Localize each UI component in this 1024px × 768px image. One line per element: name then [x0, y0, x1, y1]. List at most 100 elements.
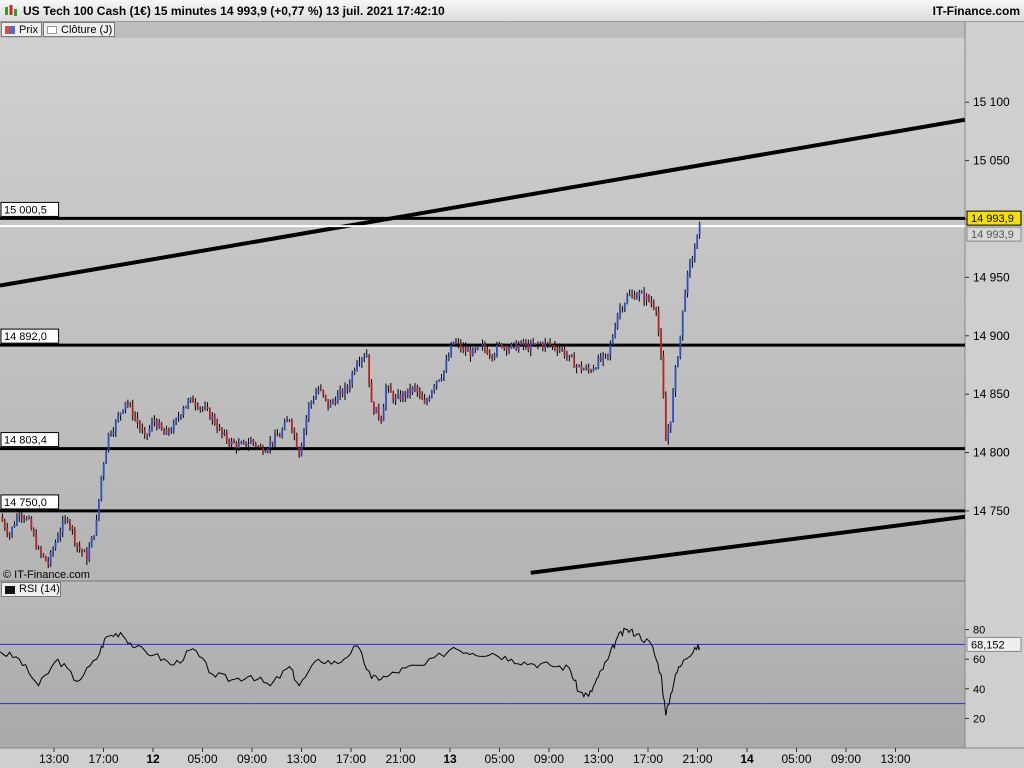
- candle-body: [411, 387, 414, 393]
- candle-body: [377, 407, 380, 418]
- rsi-tick-label: 40: [973, 684, 985, 696]
- candle-body: [684, 293, 687, 311]
- legend-rsi-toggle[interactable]: RSI (14): [1, 582, 61, 597]
- candle-body: [631, 294, 633, 296]
- candle-body: [418, 392, 421, 395]
- candle-body: [551, 345, 554, 347]
- candle-body: [590, 370, 592, 372]
- x-tick-label: 13:00: [286, 752, 316, 766]
- candle-body: [131, 404, 134, 417]
- candle-body: [537, 343, 539, 345]
- candle-body: [344, 386, 346, 395]
- candle-body: [389, 387, 392, 393]
- candle-body: [165, 428, 168, 435]
- candle-body: [599, 357, 602, 361]
- candle-body: [64, 518, 67, 522]
- candle-body: [553, 345, 556, 349]
- close-price-label: 14 993,9: [971, 229, 1014, 241]
- candle-body: [474, 348, 477, 350]
- candle-body: [329, 401, 332, 408]
- candle-body: [216, 423, 219, 430]
- candle-body: [237, 443, 240, 449]
- candle-body: [47, 561, 50, 565]
- candle-body: [686, 272, 689, 294]
- candle-body: [136, 417, 139, 424]
- candle-body: [594, 368, 597, 370]
- candle-body: [563, 349, 566, 357]
- candle-body: [387, 387, 390, 389]
- candle-body: [276, 434, 279, 437]
- candle-body: [541, 343, 544, 348]
- candle-body: [151, 422, 153, 429]
- candle-body: [445, 360, 448, 371]
- candle-body: [609, 344, 612, 356]
- chart-window: US Tech 100 Cash (1€) 15 minutes 14 993,…: [0, 0, 1024, 768]
- candle-body: [42, 553, 45, 557]
- candle-body: [225, 432, 228, 441]
- price-chart[interactable]: 14 75014 80014 85014 90014 95015 00015 0…: [0, 0, 1024, 768]
- candle-body: [163, 429, 165, 435]
- candle-body: [175, 418, 178, 424]
- candle-body: [228, 440, 231, 445]
- candle-body: [693, 248, 696, 260]
- candle-body: [414, 386, 416, 388]
- candle-body: [508, 347, 510, 351]
- candle-body: [512, 342, 515, 344]
- candle-body: [573, 356, 576, 368]
- candle-body: [462, 347, 465, 350]
- x-tick-label: 09:00: [831, 752, 861, 766]
- candle-body: [375, 407, 378, 414]
- candle-body: [561, 348, 564, 350]
- candle-body: [655, 308, 658, 312]
- y-tick-label: 14 800: [973, 446, 1010, 460]
- x-tick-label: 13: [443, 752, 457, 766]
- candle-body: [515, 342, 518, 351]
- candle-body: [582, 369, 585, 371]
- candle-body: [44, 556, 47, 562]
- candle-body: [283, 422, 286, 430]
- candle-body: [532, 343, 535, 345]
- candle-body: [327, 399, 329, 408]
- current-price-label: 14 993,9: [971, 213, 1014, 225]
- candle-body: [611, 337, 614, 345]
- candle-body: [628, 295, 631, 297]
- candle-body: [534, 343, 537, 345]
- candle-body: [291, 419, 293, 431]
- x-tick-label: 05:00: [484, 752, 514, 766]
- candle-body: [698, 223, 701, 235]
- x-tick-label: 17:00: [633, 752, 663, 766]
- candle-body: [556, 348, 559, 351]
- candle-body: [491, 355, 494, 358]
- candle-body: [20, 515, 23, 518]
- x-tick-label: 14: [740, 752, 754, 766]
- x-tick-label: 13:00: [583, 752, 613, 766]
- candle-body: [488, 354, 491, 356]
- candle-body: [421, 394, 424, 400]
- x-tick-label: 09:00: [237, 752, 267, 766]
- candle-body: [549, 343, 551, 346]
- candle-body: [247, 443, 250, 447]
- candle-body: [392, 392, 395, 401]
- candle-body: [430, 390, 433, 398]
- candle-body: [199, 407, 202, 409]
- y-tick-label: 14 750: [973, 504, 1010, 518]
- candle-body: [324, 394, 327, 400]
- candle-body: [269, 441, 272, 449]
- candle-body: [252, 439, 255, 444]
- candle-body: [527, 343, 530, 351]
- candle-body: [578, 364, 580, 366]
- candle-body: [443, 370, 445, 378]
- candle-body: [315, 393, 317, 400]
- candle-body: [141, 428, 144, 431]
- candle-body: [13, 525, 16, 527]
- x-tick-label: 05:00: [781, 752, 811, 766]
- candle-body: [61, 521, 64, 533]
- candle-body: [616, 313, 619, 328]
- candle-body: [580, 364, 583, 371]
- candle-body: [259, 446, 262, 448]
- candle-body: [623, 303, 626, 310]
- candle-body: [679, 335, 682, 358]
- candle-body: [281, 429, 284, 437]
- candle-body: [360, 358, 363, 363]
- candle-body: [433, 385, 436, 391]
